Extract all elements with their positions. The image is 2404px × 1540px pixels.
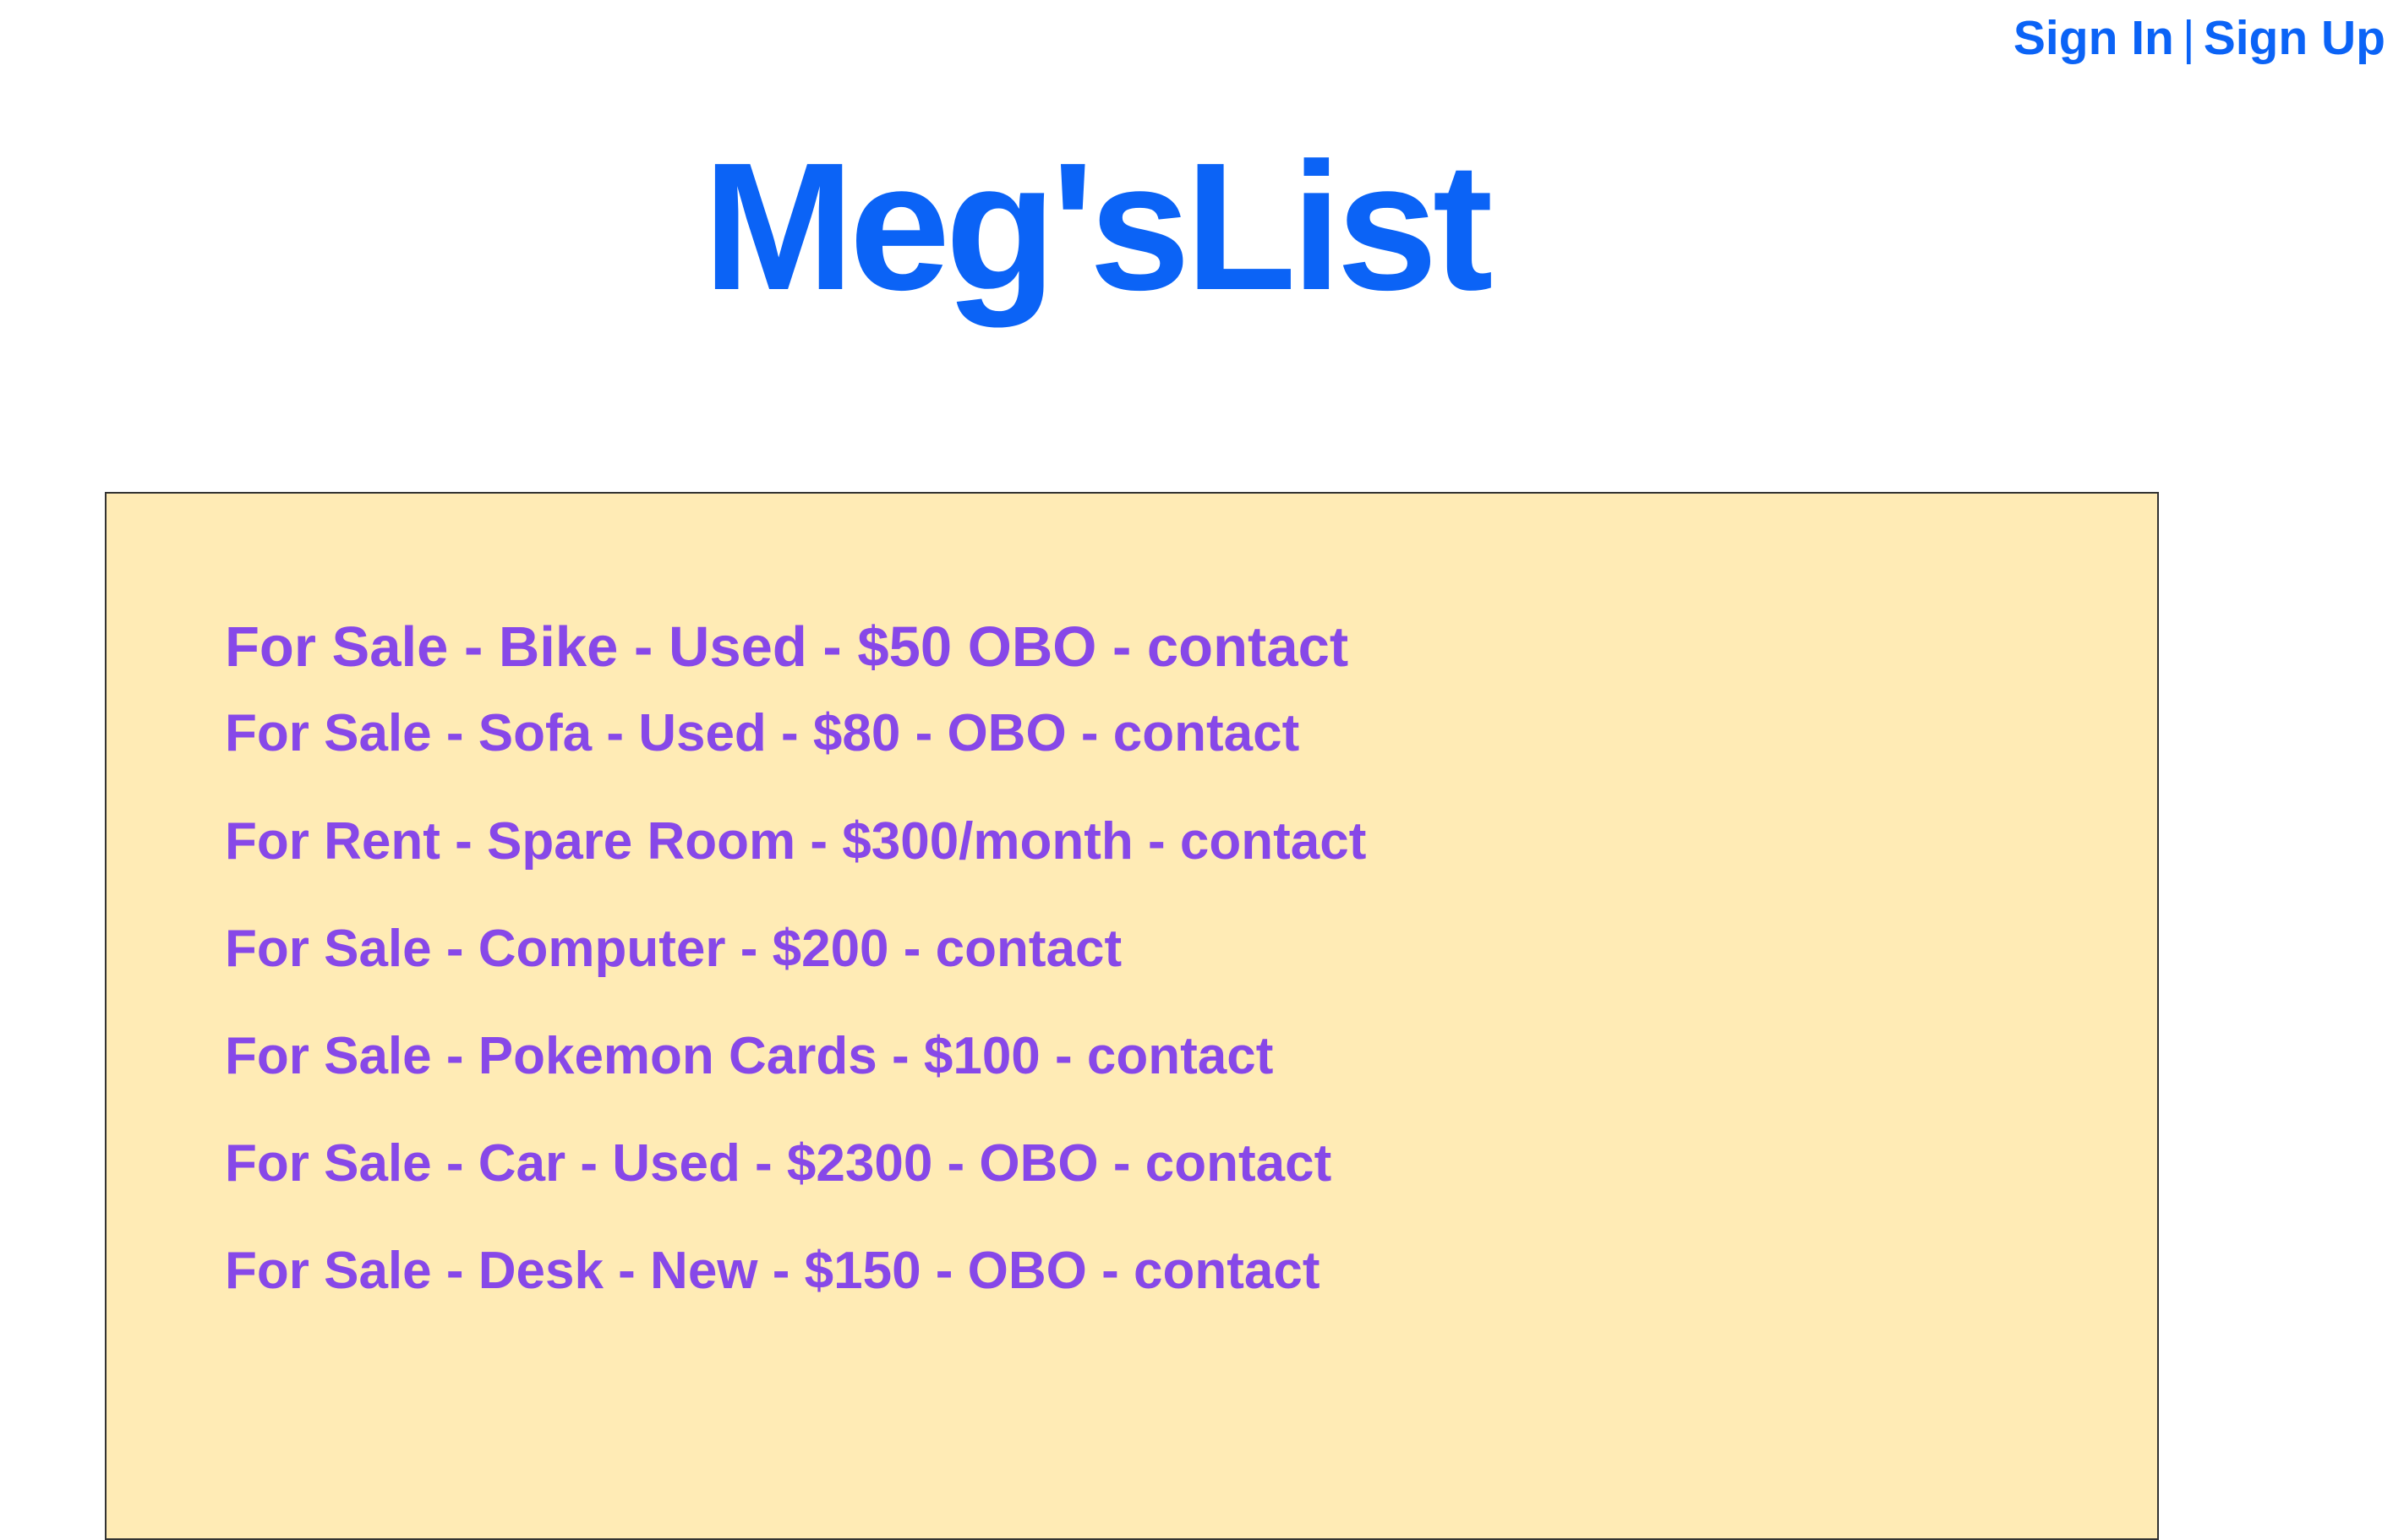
- auth-links: Sign In | Sign Up: [2013, 12, 2385, 65]
- listing-item[interactable]: For Rent - Spare Room - $300/month - con…: [225, 812, 1366, 871]
- auth-separator: |: [2182, 11, 2195, 65]
- listing-item[interactable]: For Sale - Pokemon Cards - $100 - contac…: [225, 1027, 1273, 1085]
- listing-item[interactable]: For Sale - Desk - New - $150 - OBO - con…: [225, 1242, 1319, 1300]
- listing-item[interactable]: For Sale - Computer - $200 - contact: [225, 920, 1122, 978]
- sign-up-link[interactable]: Sign Up: [2204, 11, 2385, 65]
- listing-item[interactable]: For Sale - Bike - Used - $50 OBO - conta…: [225, 616, 1348, 679]
- listings-panel: For Sale - Bike - Used - $50 OBO - conta…: [105, 492, 2159, 1540]
- listing-item[interactable]: For Sale - Sofa - Used - $80 - OBO - con…: [225, 704, 1299, 762]
- sign-in-link[interactable]: Sign In: [2013, 11, 2174, 65]
- listing-item[interactable]: For Sale - Car - Used - $2300 - OBO - co…: [225, 1134, 1331, 1193]
- site-title: Meg'sList: [702, 124, 1494, 328]
